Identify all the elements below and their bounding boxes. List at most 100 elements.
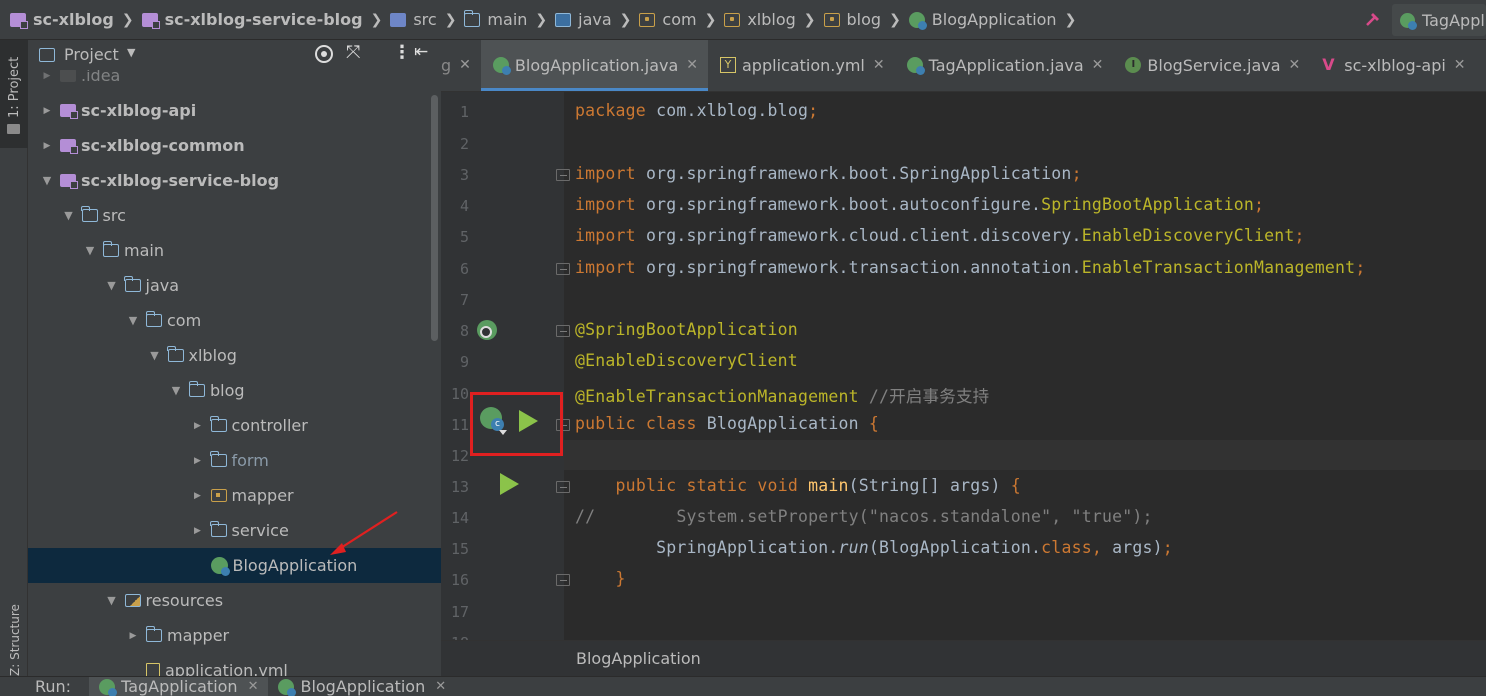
editor-tab[interactable]: I BlogService.java ✕ (1113, 40, 1310, 91)
tree-node-label: main (124, 241, 164, 260)
chevron-right-icon[interactable]: ▶ (40, 71, 54, 81)
fold-marker-icon[interactable] (556, 325, 570, 337)
breadcrumb-item[interactable]: sc-xlblog (10, 0, 114, 39)
tree-node[interactable]: ▼ main (28, 233, 441, 268)
editor-tab[interactable]: TagApplication.java ✕ (895, 40, 1114, 91)
chevron-right-icon[interactable]: ▶ (40, 141, 54, 151)
chevron-right-icon[interactable]: ▶ (191, 456, 205, 466)
tree-node[interactable]: ▶ sc-xlblog-api (28, 93, 441, 128)
chevron-down-icon[interactable]: ▼ (127, 46, 135, 59)
editor-tab[interactable]: Yapplication.yml ✕ (708, 40, 895, 91)
tree-node[interactable]: ▼ java (28, 268, 441, 303)
spring-bean-search-icon[interactable] (477, 320, 497, 340)
tree-node[interactable]: ▶ controller (28, 408, 441, 443)
locate-target-icon[interactable] (315, 45, 333, 63)
chevron-right-icon: ❯ (803, 11, 816, 28)
tree-node[interactable]: ▼ src (28, 198, 441, 233)
tree-node[interactable]: ▶ sc-xlblog-common (28, 128, 441, 163)
breadcrumb-label: xlblog (747, 10, 796, 29)
breadcrumb-label: blog (846, 10, 882, 29)
project-view-title[interactable]: Project (64, 45, 119, 64)
fold-marker-icon[interactable] (556, 574, 570, 586)
code-line: // System.setProperty("nacos.standalone"… (575, 507, 1153, 526)
chevron-down-icon[interactable]: ▼ (148, 349, 162, 362)
editor-tab[interactable]: Vsc-xlblog-api ✕ (1310, 40, 1475, 91)
breadcrumb-item[interactable]: java (555, 0, 612, 39)
fold-marker-icon[interactable] (556, 481, 570, 493)
run-main-play-icon[interactable] (500, 473, 519, 495)
editor-tab[interactable]: BlogApplication.java ✕ (480, 40, 709, 91)
code-line: import org.springframework.transaction.a… (575, 258, 1366, 277)
line-number: 10 (450, 385, 469, 403)
chevron-down-icon[interactable]: ▼ (126, 314, 140, 327)
tree-node[interactable]: ▼ xlblog (28, 338, 441, 373)
tree-node[interactable]: ▶ .idea (28, 70, 441, 93)
editor-tab[interactable]: g ✕ (441, 40, 481, 91)
v-icon: V (1322, 55, 1335, 74)
close-icon[interactable]: ✕ (1289, 57, 1301, 73)
close-icon[interactable]: ✕ (435, 679, 446, 694)
breadcrumb-item[interactable]: blog (823, 0, 882, 39)
tree-node-label: service (231, 521, 289, 540)
tree-node-label: blog (210, 381, 245, 400)
chevron-down-icon[interactable]: ▼ (62, 209, 76, 222)
breadcrumb-item[interactable]: src (390, 0, 437, 39)
breadcrumb-item[interactable]: sc-xlblog-service-blog (141, 0, 363, 39)
hide-panel-icon[interactable]: ⇤ (414, 42, 428, 62)
fold-marker-icon[interactable] (556, 263, 570, 275)
close-icon[interactable]: ✕ (873, 57, 885, 73)
tree-node[interactable]: ▼ sc-xlblog-service-blog (28, 163, 441, 198)
folder-icon (210, 451, 227, 467)
tab-label: BlogApplication.java (514, 55, 679, 75)
chevron-down-icon[interactable]: ▼ (40, 174, 54, 187)
run-tab[interactable]: TagApplication ✕ (89, 677, 269, 696)
chevron-down-icon[interactable]: ▼ (83, 244, 97, 257)
breadcrumb-item[interactable]: BlogApplication (908, 0, 1057, 39)
project-tool-button[interactable]: 1: Project (0, 40, 28, 148)
tree-scrollbar[interactable] (431, 95, 438, 341)
tree-node[interactable]: ▶ form (28, 443, 441, 478)
chevron-right-icon[interactable]: ▶ (40, 106, 54, 116)
editor-tab[interactable]: ♕TagSer (1476, 40, 1486, 91)
breadcrumb-item[interactable]: main (463, 0, 527, 39)
chevron-right-icon[interactable]: ▶ (191, 421, 205, 431)
build-hammer-icon[interactable] (1364, 10, 1382, 28)
close-icon[interactable]: ✕ (686, 57, 698, 73)
line-number: 8 (459, 322, 469, 340)
spring-icon (210, 557, 230, 576)
tree-node[interactable]: application.yml (28, 653, 441, 676)
breadcrumb-label: sc-xlblog (33, 10, 114, 29)
close-icon[interactable]: ✕ (1092, 57, 1104, 73)
close-icon[interactable]: ✕ (459, 57, 471, 73)
breadcrumb-item[interactable]: com (639, 0, 697, 39)
line-number: 2 (459, 135, 469, 153)
chevron-right-icon[interactable]: ▶ (191, 491, 205, 501)
chevron-down-icon[interactable]: ▼ (105, 594, 119, 607)
breadcrumb-item[interactable]: xlblog (724, 0, 796, 39)
run-tool-window-bar: Run: TagApplication ✕ BlogApplication ✕ (0, 676, 1486, 696)
package-icon (724, 12, 741, 27)
tree-node[interactable]: ▼ blog (28, 373, 441, 408)
code-line: @SpringBootApplication (575, 320, 798, 339)
structure-tool-label: Z: Structure (8, 604, 22, 676)
project-panel-header: Project ▼ ⤧ ⋮ ⇤ (28, 40, 441, 70)
tree-node-label: src (102, 206, 126, 225)
structure-tool-button[interactable]: Z: Structure (0, 600, 28, 676)
tree-node[interactable]: ▼ com (28, 303, 441, 338)
tree-node[interactable]: ▶ mapper (28, 618, 441, 653)
chevron-down-icon[interactable]: ▼ (105, 279, 119, 292)
close-icon[interactable]: ✕ (1454, 57, 1466, 73)
collapse-all-icon[interactable]: ⤧ (346, 42, 360, 63)
chevron-right-icon[interactable]: ▶ (191, 526, 205, 536)
annotation-arrow (330, 511, 398, 555)
tree-node[interactable]: ▼ resources (28, 583, 441, 618)
run-tab[interactable]: BlogApplication ✕ (268, 677, 456, 696)
run-configuration-selector[interactable]: TagAppl (1392, 4, 1486, 36)
chevron-right-icon[interactable]: ▶ (126, 631, 140, 641)
more-options-icon[interactable]: ⋮ (393, 42, 411, 63)
fold-marker-icon[interactable] (556, 169, 570, 181)
close-icon[interactable]: ✕ (248, 679, 259, 694)
code-line: } (615, 569, 626, 588)
chevron-down-icon[interactable]: ▼ (169, 384, 183, 397)
editor-breadcrumb-class[interactable]: BlogApplication (576, 649, 701, 668)
